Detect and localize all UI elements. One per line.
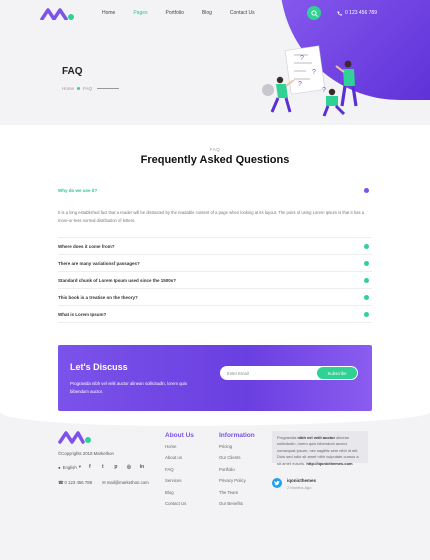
facebook-icon[interactable]: f (86, 463, 94, 471)
faq-question: What is Lorem Ipsum? (58, 311, 107, 317)
faq-item-1[interactable]: Why do we use it? (58, 182, 372, 199)
expand-icon (364, 311, 369, 317)
faq-question: Why do we use it? (58, 188, 98, 193)
newsletter-banner: Let's Discuss Progravida nibh vel velit … (58, 345, 372, 411)
nav-item-pages[interactable]: Pages (133, 10, 147, 16)
nav-item-contact[interactable]: Contact Us (230, 10, 255, 16)
breadcrumb-separator (77, 87, 81, 90)
faq-question: Standard chunk of Lorem Ipsum used since… (58, 277, 177, 283)
footer-contact: ☎ 0 123 456 789 ✉ mail@markethon.com (58, 480, 149, 486)
nav-item-portfolio[interactable]: Portfolio (166, 10, 184, 16)
language-label: English (62, 464, 77, 470)
faq-question: There are many variationsf passages? (58, 260, 140, 266)
footer-link[interactable]: Contact Us (165, 501, 194, 512)
footer-link[interactable]: Services (165, 478, 194, 489)
main-nav: Home Pages Portfolio Blog Contact Us (102, 10, 273, 16)
search-button[interactable] (307, 6, 321, 20)
cta-title: Let's Discuss (70, 362, 128, 372)
footer-email[interactable]: ✉ mail@markethon.com (102, 480, 149, 486)
footer-about-column: About Us Home About us FAQ Services Blog… (165, 432, 194, 512)
header-phone[interactable]: 0 123 456 789 (337, 10, 377, 16)
svg-text:?: ? (300, 55, 304, 62)
tweet-handle[interactable]: iqonicthemes (287, 478, 316, 483)
svg-text:?: ? (298, 81, 302, 88)
nav-item-home[interactable]: Home (102, 10, 115, 16)
expand-icon (364, 294, 369, 300)
cta-text: Progravida nibh vel velit auctor alinean… (70, 381, 188, 394)
chevron-down-icon: ▾ (78, 464, 81, 469)
svg-text:?: ? (322, 87, 326, 94)
linkedin-icon[interactable]: in (138, 463, 146, 471)
faq-heading: Frequently Asked Questions (140, 154, 290, 166)
footer-link[interactable]: Portfolio (219, 467, 255, 478)
faq-item-2[interactable]: Where does it come from? (58, 238, 372, 255)
footer-link[interactable]: Our Benefits (219, 501, 255, 512)
search-icon (310, 9, 318, 17)
pinterest-icon[interactable]: p (112, 463, 120, 471)
footer-link[interactable]: Home (165, 444, 194, 455)
twitter-icon[interactable]: t (99, 463, 107, 471)
expand-icon (364, 260, 369, 266)
footer-logo[interactable] (58, 430, 92, 444)
collapse-icon (364, 188, 369, 193)
faq-answer: It is a long established fact that a rea… (58, 199, 372, 238)
footer-link[interactable]: The Team (219, 490, 255, 501)
breadcrumb-current: FAQ (83, 86, 93, 91)
page-title: FAQ (62, 66, 83, 77)
nav-item-blog[interactable]: Blog (202, 10, 212, 16)
email-input[interactable] (227, 370, 307, 376)
footer-phone[interactable]: ☎ 0 123 456 789 (58, 480, 92, 486)
footer-information-column: Information Pricing Our Clients Portfoli… (219, 432, 255, 512)
twitter-bird-icon (272, 478, 282, 488)
instagram-icon[interactable]: ◎ (125, 463, 133, 471)
footer-information-title: Information (219, 432, 255, 439)
tweet-card: Progravida nibh vel velit auctor alinean… (272, 431, 368, 466)
site-footer: ©Copyrights 2018 Markethon ● English ▾ f… (0, 412, 430, 560)
language-select[interactable]: ● English ▾ (58, 464, 81, 470)
footer-email-text: mail@markethon.com (106, 480, 149, 485)
faq-item-3[interactable]: There are many variationsf passages? (58, 255, 372, 272)
footer-link[interactable]: FAQ (165, 467, 194, 478)
footer-link[interactable]: Our Clients (219, 455, 255, 466)
subscribe-button[interactable]: Subscribe (317, 367, 357, 379)
breadcrumb-underline (97, 88, 120, 89)
language-social-row: ● English ▾ f t p ◎ in (58, 463, 146, 471)
tweet-time: 2 Months Ago (287, 485, 312, 490)
footer-wave (0, 412, 430, 426)
footer-phone-text: 0 123 456 789 (64, 480, 93, 485)
expand-icon (364, 243, 369, 249)
markethon-logo[interactable] (40, 8, 76, 20)
copyright: ©Copyrights 2018 Markethon (58, 451, 114, 456)
breadcrumb: Home FAQ (62, 86, 120, 91)
faq-illustration: ? ? ? ? (262, 45, 358, 117)
tweet-text-bold: nibh vel velit auctor (297, 435, 336, 440)
svg-text:?: ? (312, 69, 316, 76)
footer-link[interactable]: Pricing (219, 444, 255, 455)
footer-about-title: About Us (165, 432, 194, 439)
faq-accordion: Why do we use it? It is a long establish… (58, 182, 372, 323)
footer-link[interactable]: Blog (165, 490, 194, 501)
tweet-link[interactable]: http://iqonicthemes.com (306, 461, 352, 466)
faq-question: This book is a treatise on the theory? (58, 294, 138, 300)
faq-item-5[interactable]: This book is a treatise on the theory? (58, 289, 372, 306)
tweet-text-start: Progravida (277, 435, 297, 440)
header-phone-text: 0 123 456 789 (345, 10, 377, 16)
footer-link[interactable]: About us (165, 455, 194, 466)
page-hero: Home Pages Portfolio Blog Contact Us 0 1… (0, 0, 430, 125)
footer-link[interactable]: Privacy Policy (219, 478, 255, 489)
subscribe-form: Subscribe (220, 366, 358, 380)
faq-question: Where does it come from? (58, 243, 115, 249)
globe-icon: ● (58, 464, 61, 470)
faq-item-4[interactable]: Standard chunk of Lorem Ipsum used since… (58, 272, 372, 289)
expand-icon (364, 277, 369, 283)
faq-eyebrow: FAQ (209, 147, 221, 152)
tweet-author: iqonicthemes 2 Months Ago (272, 478, 316, 490)
phone-icon (337, 11, 342, 16)
faq-item-6[interactable]: What is Lorem Ipsum? (58, 306, 372, 323)
breadcrumb-home[interactable]: Home (62, 86, 74, 91)
